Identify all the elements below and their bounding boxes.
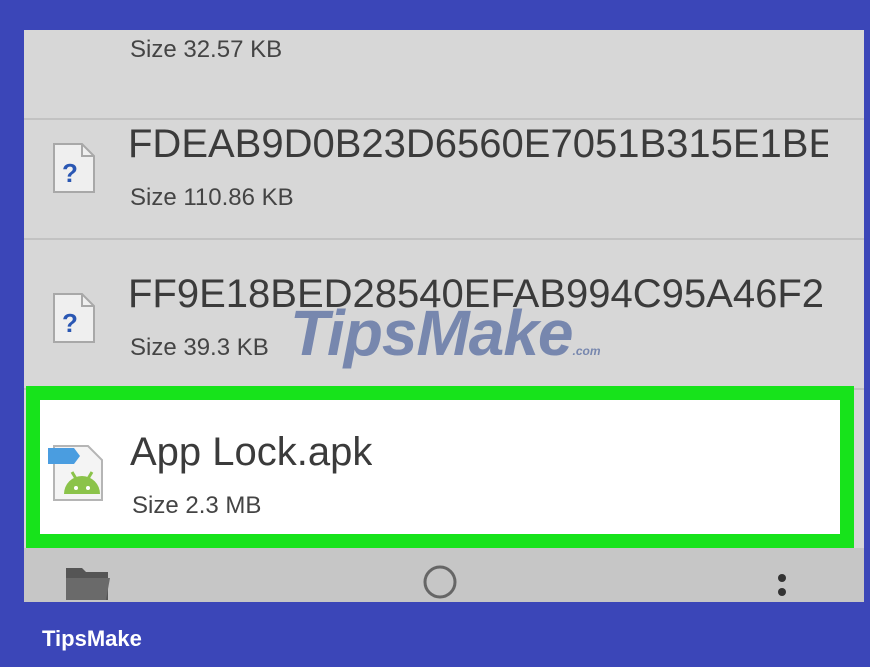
svg-text:?: ? xyxy=(62,158,78,188)
android-apk-icon xyxy=(48,445,103,501)
file-row[interactable]: ? FDEAB9D0B23D6560E7051B315E1BE Size 110… xyxy=(24,90,864,240)
svg-text:?: ? xyxy=(62,308,78,338)
unknown-file-icon: ? xyxy=(53,143,95,193)
home-circle-icon[interactable] xyxy=(420,562,460,602)
file-row[interactable]: ? FF9E18BED28540EFAB994C95A46F2 Size 39.… xyxy=(24,240,864,390)
navigation-bar xyxy=(24,548,864,602)
file-browser-screen: Size 32.57 KB ? FDEAB9D0B23D6560E7051B31… xyxy=(24,30,864,602)
file-size: Size 110.86 KB xyxy=(130,184,294,211)
unknown-file-icon: ? xyxy=(53,293,95,343)
file-name: FF9E18BED28540EFAB994C95A46F2 xyxy=(128,272,824,316)
file-size: Size 39.3 KB xyxy=(130,334,269,361)
brand-label: TipsMake xyxy=(42,626,142,651)
file-name: FDEAB9D0B23D6560E7051B315E1BE xyxy=(128,122,828,166)
more-vertical-icon[interactable] xyxy=(776,562,788,602)
file-name: App Lock.apk xyxy=(130,430,373,474)
folder-icon[interactable] xyxy=(64,562,112,602)
selected-file-row[interactable]: App Lock.apk Size 2.3 MB xyxy=(26,386,854,548)
file-size: Size 32.57 KB xyxy=(130,36,283,63)
file-size: Size 2.3 MB xyxy=(132,492,262,519)
